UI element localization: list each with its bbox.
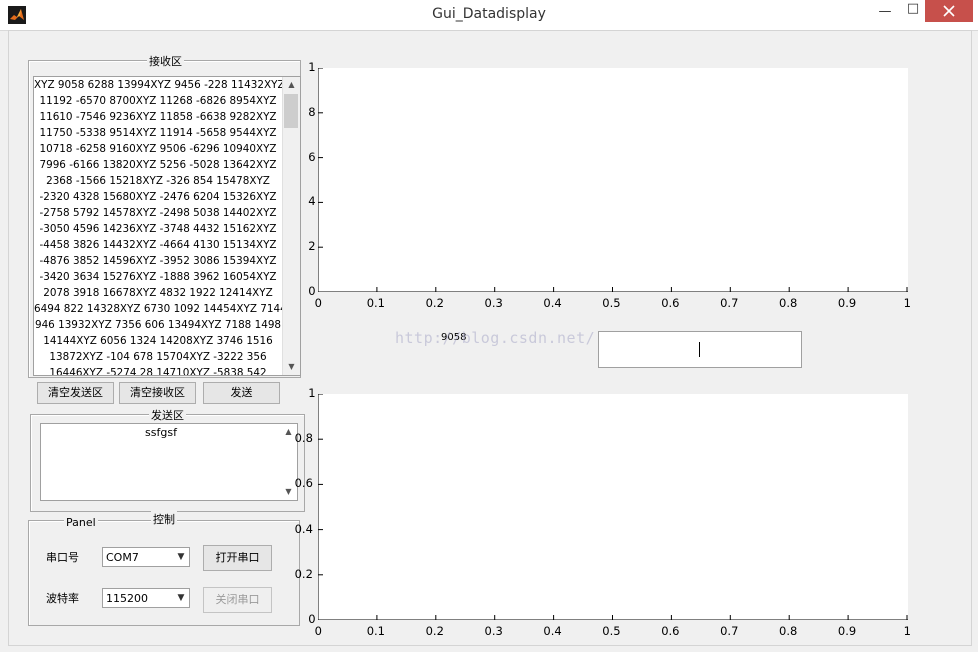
bottom-plot-frame xyxy=(318,394,908,620)
baud-value: 115200 xyxy=(106,592,148,605)
x-tick-label: 0.2 xyxy=(425,624,444,638)
x-tick-label: 0 xyxy=(314,624,322,638)
top-plot-axes[interactable] xyxy=(318,68,908,292)
y-tick-label: 0.2 xyxy=(294,566,313,581)
y-tick-label: 8 xyxy=(308,104,316,119)
text-caret xyxy=(699,342,700,357)
x-tick-label: 0.7 xyxy=(720,624,739,638)
close-icon xyxy=(943,5,955,17)
bottom-plot-axes[interactable] xyxy=(318,394,908,620)
close-port-button[interactable]: 关闭串口 xyxy=(203,587,272,613)
receive-line: 11750 -5338 9514XYZ 11914 -5658 9544XYZ xyxy=(39,127,277,139)
x-tick-label: 0.4 xyxy=(543,624,562,638)
receive-line: -4876 3852 14596XYZ -3952 3086 15394XYZ xyxy=(39,255,277,267)
x-tick-label: 0.3 xyxy=(484,296,503,310)
receive-line: XYZ 9058 6288 13994XYZ 9456 -228 11432XY… xyxy=(34,79,285,91)
send-group-title: 发送区 xyxy=(149,407,186,423)
title-bar: Gui_Datadisplay — □ xyxy=(0,0,978,31)
x-tick-label: 0.4 xyxy=(543,296,562,310)
y-tick-label: 6 xyxy=(308,149,316,164)
maximize-button[interactable]: □ xyxy=(898,1,928,23)
receive-line: 946 13932XYZ 7356 606 13494XYZ 7188 1498 xyxy=(34,319,282,331)
y-tick-label: 0 xyxy=(308,284,316,298)
baud-label: 波特率 xyxy=(46,592,79,605)
receive-line: 13872XYZ -104 678 15704XYZ -3222 356 xyxy=(49,351,267,363)
receive-line: 14144XYZ 6056 1324 14208XYZ 3746 1516 xyxy=(43,335,273,347)
send-text: ssfgsf xyxy=(145,426,177,439)
x-tick-label: 0.6 xyxy=(661,296,680,310)
clear-receive-button[interactable]: 清空接收区 xyxy=(119,382,196,404)
y-tick-label: 0 xyxy=(308,612,316,626)
x-tick-label: 1 xyxy=(903,624,911,638)
watermark-text: http://blog.csdn.net/ xyxy=(395,329,596,347)
receive-line: 2368 -1566 15218XYZ -326 854 15478XYZ xyxy=(46,175,270,187)
x-tick-label: 0.9 xyxy=(837,624,857,638)
x-tick-label: 0 xyxy=(314,296,322,310)
y-tick-label: 0.8 xyxy=(294,431,313,446)
x-tick-label: 0.1 xyxy=(366,296,385,310)
receive-line: 7996 -6166 13820XYZ 5256 -5028 13642XYZ xyxy=(39,159,277,171)
receive-line: -2758 5792 14578XYZ -2498 5038 14402XYZ xyxy=(39,207,277,219)
top-plot-frame xyxy=(318,68,908,292)
x-tick-label: 0.2 xyxy=(425,296,444,310)
clear-send-button[interactable]: 清空发送区 xyxy=(37,382,114,404)
y-tick-label: 0.6 xyxy=(294,476,313,491)
x-tick-label: 0.7 xyxy=(720,296,739,310)
receive-line: 11610 -7546 9236XYZ 11858 -6638 9282XYZ xyxy=(39,111,277,123)
receive-line: -3050 4596 14236XYZ -3748 4432 15162XYZ xyxy=(39,223,277,235)
control-group-title: 控制 xyxy=(151,511,177,527)
open-port-button[interactable]: 打开串口 xyxy=(203,545,272,571)
y-tick-label: 1 xyxy=(308,60,316,74)
x-tick-label: 0.5 xyxy=(602,296,621,310)
x-tick-label: 0.6 xyxy=(661,624,680,638)
y-tick-label: 4 xyxy=(308,194,316,209)
close-button[interactable] xyxy=(925,0,973,22)
x-tick-label: 0.8 xyxy=(779,296,798,310)
receive-line: 2078 3918 16678XYZ 4832 1922 12414XYZ xyxy=(43,287,273,299)
x-tick-label: 0.1 xyxy=(366,624,385,638)
arrow-up-icon[interactable]: ▲ xyxy=(283,77,300,93)
chevron-down-icon[interactable]: ▼ xyxy=(173,589,189,607)
y-tick-label: 0.4 xyxy=(294,521,313,536)
x-tick-label: 1 xyxy=(903,296,911,310)
receive-line: -2320 4328 15680XYZ -2476 6204 15326XYZ xyxy=(39,191,277,203)
chevron-down-icon[interactable]: ▼ xyxy=(173,548,189,566)
port-select[interactable]: COM7 ▼ xyxy=(102,547,190,567)
send-textbox[interactable]: ssfgsf ▲ ▼ xyxy=(40,423,298,501)
receive-line: -4458 3826 14432XYZ -4664 4130 15134XYZ xyxy=(39,239,277,251)
port-value: COM7 xyxy=(106,551,139,564)
x-tick-label: 0.3 xyxy=(484,624,503,638)
receive-line: 16446XYZ -5274 28 14710XYZ -5838 542 xyxy=(49,367,267,376)
arrow-down-icon[interactable]: ▼ xyxy=(283,359,300,375)
value-edit-box[interactable] xyxy=(598,331,802,368)
receive-group-title: 接收区 xyxy=(147,53,184,69)
y-tick-label: 2 xyxy=(308,239,316,254)
baud-select[interactable]: 115200 ▼ xyxy=(102,588,190,608)
send-button[interactable]: 发送 xyxy=(203,382,280,404)
receive-listbox[interactable]: XYZ 9058 6288 13994XYZ 9456 -228 11432XY… xyxy=(33,76,301,376)
x-tick-label: 0.8 xyxy=(779,624,798,638)
receive-scrollbar[interactable]: ▲ ▼ xyxy=(282,77,300,375)
x-tick-label: 0.9 xyxy=(837,296,857,310)
window-title: Gui_Datadisplay xyxy=(432,6,546,22)
scroll-thumb[interactable] xyxy=(284,94,298,128)
minimize-button[interactable]: — xyxy=(870,4,900,26)
receive-line: -3420 3634 15276XYZ -1888 3962 16054XYZ xyxy=(39,271,277,283)
receive-line: 11192 -6570 8700XYZ 11268 -6826 8954XYZ xyxy=(39,95,277,107)
port-label: 串口号 xyxy=(46,551,79,564)
x-tick-label: 0.5 xyxy=(602,624,621,638)
receive-line: 6494 822 14328XYZ 6730 1092 14454XYZ 714… xyxy=(34,303,287,315)
receive-lines: XYZ 9058 6288 13994XYZ 9456 -228 11432XY… xyxy=(34,77,287,376)
receive-line: 10718 -6258 9160XYZ 9506 -6296 10940XYZ xyxy=(39,143,277,155)
y-tick-label: 1 xyxy=(308,386,316,400)
panel-title: Panel xyxy=(64,516,98,529)
